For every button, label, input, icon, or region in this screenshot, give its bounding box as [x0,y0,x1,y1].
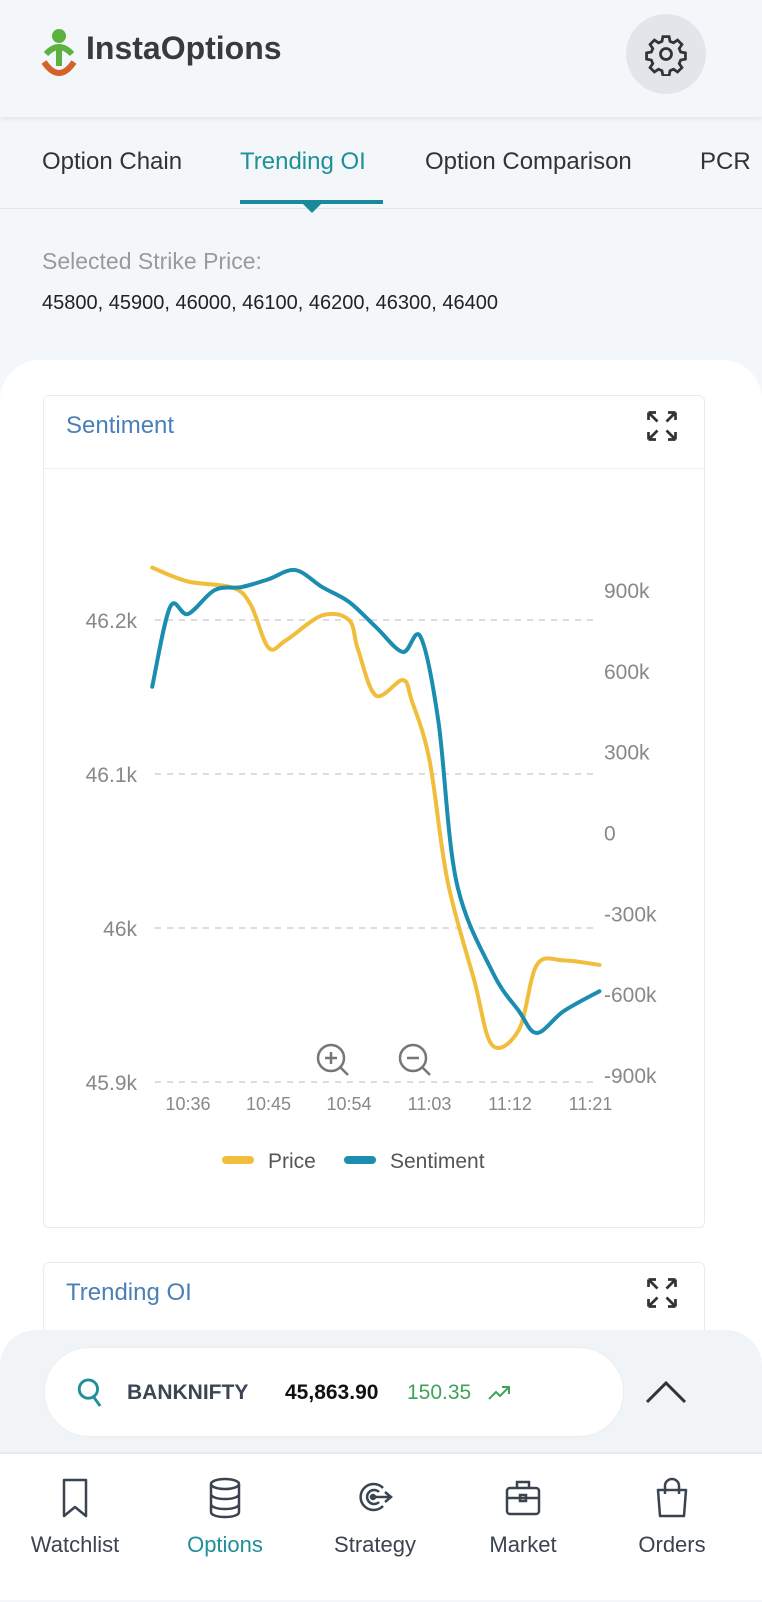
left-tick-label: 45.9k [86,1072,138,1095]
nav-orders[interactable]: Orders [602,1454,742,1602]
zoom-in-icon[interactable] [316,1043,349,1076]
legend-swatch-price [222,1156,254,1164]
nav-label: Market [489,1532,557,1557]
right-tick-label: 600k [604,661,650,684]
x-tick-label: 10:45 [246,1094,291,1114]
chevron-up-icon[interactable] [644,1378,688,1406]
right-tick-label: 900k [604,580,650,603]
nav-label: Strategy [334,1532,416,1557]
legend-label: Sentiment [390,1150,485,1173]
gear-icon [645,35,687,76]
right-tick-label: -300k [604,903,657,926]
nav-market[interactable]: Market [453,1454,593,1602]
right-tick-label: 0 [604,823,616,846]
database-icon [209,1477,241,1519]
right-tick-label: -900k [604,1065,657,1088]
nav-label: Watchlist [30,1532,120,1557]
bottom-nav: Watchlist Options Strategy Market Orders [0,1452,762,1600]
nav-label: Options [187,1532,263,1557]
settings-button[interactable] [626,14,706,94]
ticker-change: 150.35 [407,1381,472,1404]
legend-sentiment[interactable]: Sentiment [344,1150,485,1173]
ticker-symbol: BANKNIFTY [127,1381,249,1404]
nav-options[interactable]: Options [155,1454,295,1602]
left-tick-label: 46.1k [86,764,138,787]
logo-icon [41,29,77,76]
search-icon [77,1378,102,1407]
right-tick-label: 300k [604,742,650,765]
ticker-price: 45,863.90 [285,1381,379,1404]
shopping-bag-icon [656,1477,688,1518]
legend-swatch-sentiment [344,1156,376,1164]
zoom-out-icon[interactable] [398,1043,431,1076]
app-title: InstaOptions [86,30,282,66]
x-tick-label: 10:54 [326,1094,371,1114]
left-tick-label: 46.2k [86,610,138,633]
nav-label: Orders [638,1532,706,1557]
target-icon [359,1482,393,1512]
x-tick-label: 10:36 [165,1094,210,1114]
x-tick-label: 11:21 [569,1094,613,1114]
trend-up-icon [488,1386,510,1400]
ticker-bar: BANKNIFTY 45,863.90 150.35 [0,1330,762,1460]
ticker-search-pill[interactable]: BANKNIFTY 45,863.90 150.35 [44,1347,624,1437]
legend-price[interactable]: Price [222,1150,316,1173]
right-tick-label: -600k [604,984,657,1007]
left-tick-label: 46k [103,918,137,941]
series-line-price [150,565,602,1050]
nav-strategy[interactable]: Strategy [305,1454,445,1602]
briefcase-icon [505,1480,541,1516]
x-tick-label: 11:03 [408,1094,452,1114]
app-header: InstaOptions [0,0,762,117]
nav-watchlist[interactable]: Watchlist [5,1454,145,1602]
x-tick-label: 11:12 [488,1094,532,1114]
bookmark-icon [62,1478,88,1518]
series-line-sentiment [150,567,602,1035]
legend-label: Price [268,1150,316,1173]
